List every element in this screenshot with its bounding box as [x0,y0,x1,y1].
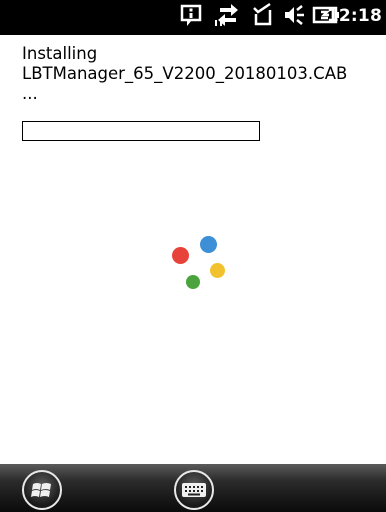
spinner-dot-yellow [210,263,225,278]
install-ellipsis: ... [22,84,38,103]
spinner-dot-red [172,247,189,264]
install-status-label: Installing [22,44,98,63]
windows-logo-icon [31,483,51,497]
keyboard-button[interactable] [174,470,214,510]
clock[interactable]: 12:18 [327,6,382,26]
volume-icon[interactable] [282,0,308,30]
spinner-dot-blue [200,236,217,253]
install-progress-bar [22,121,260,141]
busy-spinner-icon [164,232,232,294]
signal-off-icon [253,2,272,26]
status-bar: 12:18 [0,0,386,35]
data-sync-icon [215,4,238,26]
install-file-name: LBTManager_65_V2200_20180103.CAB [22,64,348,83]
start-button[interactable] [22,470,62,510]
taskbar [0,464,386,512]
spinner-dot-green [186,275,200,289]
notification-icon[interactable] [178,0,204,30]
install-message: Installing LBTManager_65_V2200_20180103.… [22,44,347,104]
keyboard-icon [182,483,206,497]
